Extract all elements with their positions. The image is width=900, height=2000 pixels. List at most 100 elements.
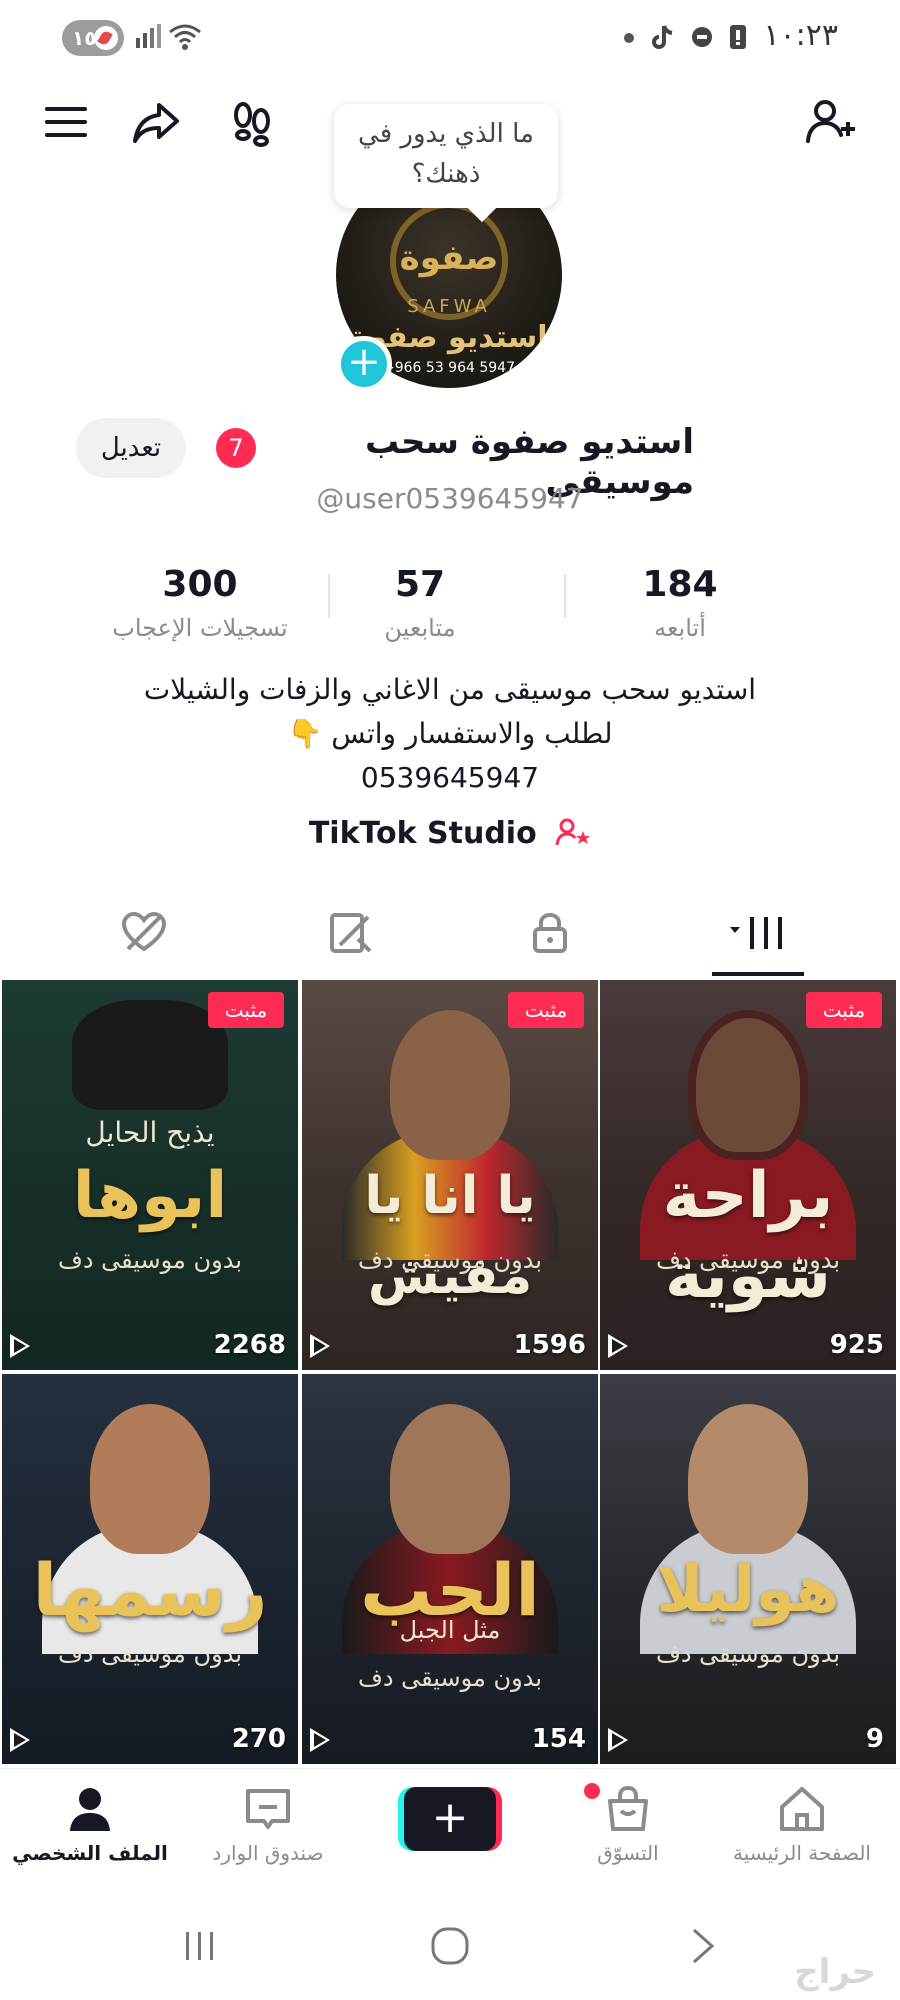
nav-shop[interactable]: التسوّق xyxy=(538,1783,718,1865)
battery-indicator: ١٥ xyxy=(62,20,124,56)
video-thumbnail-portrait xyxy=(72,1000,228,1110)
stat-likes-value: 300 xyxy=(162,564,238,605)
stat-divider xyxy=(328,574,330,618)
nav-home[interactable]: الصفحة الرئيسية xyxy=(712,1783,892,1865)
video-tile[interactable]: مثبت يذبح الحايل ابوها بدون موسيقى دف 22… xyxy=(2,980,298,1370)
notification-badge[interactable]: 7 xyxy=(216,428,256,468)
view-count: 2268 xyxy=(213,1330,286,1360)
stat-following-label: أتابعه xyxy=(654,614,706,642)
play-icon xyxy=(608,1728,628,1752)
nav-shop-label: التسوّق xyxy=(597,1841,659,1865)
video-subtitle: بدون موسيقى دف xyxy=(357,1664,543,1692)
video-tile[interactable]: رسمها بدون موسيقى دف 270 xyxy=(2,1374,298,1764)
video-tile[interactable]: مثبت براحة شوية بدون موسيقى دف 925 xyxy=(600,980,896,1370)
nav-inbox[interactable]: صندوق الوارد xyxy=(178,1783,358,1865)
avatar-brand-logo: صفوة xyxy=(399,238,499,278)
back-chevron-icon[interactable] xyxy=(672,1916,732,1976)
tiktok-notification-icon xyxy=(650,22,678,54)
video-tile[interactable]: هوليلا بدون موسيقى دف 9 xyxy=(600,1374,896,1764)
pinned-badge: مثبت xyxy=(508,992,584,1028)
menu-icon[interactable] xyxy=(36,92,96,152)
stat-divider xyxy=(564,574,566,618)
notification-dot-icon xyxy=(622,22,636,54)
play-icon xyxy=(310,1728,330,1752)
stat-following[interactable]: 184 أتابعه xyxy=(580,560,780,646)
tiktok-studio-link[interactable]: TikTok Studio xyxy=(0,816,900,851)
share-icon[interactable] xyxy=(126,92,186,152)
bio-line: لطلب والاستفسار واتس 👇 xyxy=(287,717,613,750)
battery-level: ١٥ xyxy=(72,26,97,50)
inbox-message-icon xyxy=(246,1789,290,1829)
avatar-brand-en: SAFWA xyxy=(407,296,491,317)
profile-bio: استديو سحب موسيقى من الاغاني والزفات وال… xyxy=(0,668,900,800)
stat-likes[interactable]: 300 تسجيلات الإعجاب xyxy=(100,560,300,646)
video-kicker: يذبح الحايل xyxy=(85,1116,215,1149)
nav-inbox-label: صندوق الوارد xyxy=(212,1841,324,1865)
pinned-badge: مثبت xyxy=(208,992,284,1028)
stat-followers[interactable]: 57 متابعين xyxy=(350,560,490,646)
signal-icon xyxy=(134,22,164,54)
home-icon xyxy=(780,1787,824,1831)
video-title: رسمها xyxy=(32,1548,268,1632)
stat-followers-label: متابعين xyxy=(384,614,456,642)
video-subtitle: بدون موسيقى دف xyxy=(357,1246,543,1274)
add-story-plus-icon[interactable]: + xyxy=(336,336,392,392)
view-count: 1596 xyxy=(513,1330,586,1360)
video-thumbnail-portrait xyxy=(688,1010,808,1160)
video-subtitle: بدون موسيقى دف xyxy=(57,1246,243,1274)
creator-star-icon xyxy=(555,818,591,850)
view-count: 270 xyxy=(231,1724,286,1754)
status-prompt-bubble[interactable]: ما الذي يدور في ذهنك؟ xyxy=(334,104,558,208)
tab-liked[interactable] xyxy=(84,896,204,970)
stat-followers-value: 57 xyxy=(394,564,446,605)
video-tile[interactable]: مثبت يا انا يا مفيش بدون موسيقى دف 1596 xyxy=(302,980,598,1370)
profile-name-row: تعديل 7 استديو صفوة سحب موسيقى xyxy=(0,418,900,502)
play-icon xyxy=(10,1334,30,1358)
video-thumbnail-portrait xyxy=(90,1404,210,1554)
video-grid: مثبت براحة شوية بدون موسيقى دف 925 مثبت … xyxy=(0,980,900,1766)
wifi-icon xyxy=(168,22,202,54)
message-icon xyxy=(688,22,716,54)
bio-phone: 0539645947 xyxy=(360,761,540,794)
power-saving-icon xyxy=(94,26,118,50)
home-button-icon[interactable] xyxy=(420,1916,480,1976)
stat-likes-label: تسجيلات الإعجاب xyxy=(112,614,288,642)
status-bar: ١٥ ١٠:٢٣ xyxy=(0,0,900,76)
pinned-badge: مثبت xyxy=(806,992,882,1028)
video-thumbnail-portrait xyxy=(688,1404,808,1554)
alert-icon xyxy=(726,22,750,54)
video-tile[interactable]: الحب مثل الجبل بدون موسيقى دف 154 xyxy=(302,1374,598,1764)
plus-icon: + xyxy=(404,1787,496,1851)
view-count: 9 xyxy=(865,1724,884,1754)
video-title: ابوها xyxy=(72,1159,228,1233)
tab-videos[interactable] xyxy=(698,896,818,970)
video-subtitle: بدون موسيقى دف xyxy=(655,1246,841,1274)
bio-line: استديو سحب موسيقى من الاغاني والزفات وال… xyxy=(143,673,757,706)
recents-icon[interactable] xyxy=(170,1916,230,1976)
stat-following-value: 184 xyxy=(642,564,718,605)
tab-favorites[interactable] xyxy=(290,896,410,970)
nav-profile[interactable]: الملف الشخصي xyxy=(0,1783,180,1865)
profile-stats: 300 تسجيلات الإعجاب 57 متابعين 184 أتابع… xyxy=(100,560,740,660)
video-thumbnail-portrait xyxy=(390,1010,510,1160)
watermark: حراج xyxy=(794,1952,876,1992)
video-title: براحة شوية xyxy=(662,1159,834,1313)
video-thumbnail-portrait xyxy=(390,1404,510,1554)
footprints-icon[interactable] xyxy=(222,92,282,152)
edit-profile-button[interactable]: تعديل xyxy=(76,418,186,478)
create-button[interactable]: + xyxy=(398,1787,502,1851)
liked-heart-hidden-icon xyxy=(121,911,167,952)
video-title: هوليلا xyxy=(656,1553,840,1627)
shopping-bag-icon xyxy=(608,1785,648,1831)
nav-home-label: الصفحة الرئيسية xyxy=(733,1841,871,1865)
nav-profile-label: الملف الشخصي xyxy=(12,1841,168,1865)
video-subtitle: بدون موسيقى دف xyxy=(655,1640,841,1668)
view-count: 925 xyxy=(829,1330,884,1360)
tab-private[interactable] xyxy=(490,896,610,970)
video-kicker: مثل الجبل xyxy=(399,1616,501,1644)
videos-grid-icon xyxy=(730,917,782,949)
active-tab-indicator xyxy=(712,972,804,976)
play-icon xyxy=(310,1334,330,1358)
lock-icon xyxy=(533,912,567,953)
add-friend-icon[interactable] xyxy=(800,92,860,152)
